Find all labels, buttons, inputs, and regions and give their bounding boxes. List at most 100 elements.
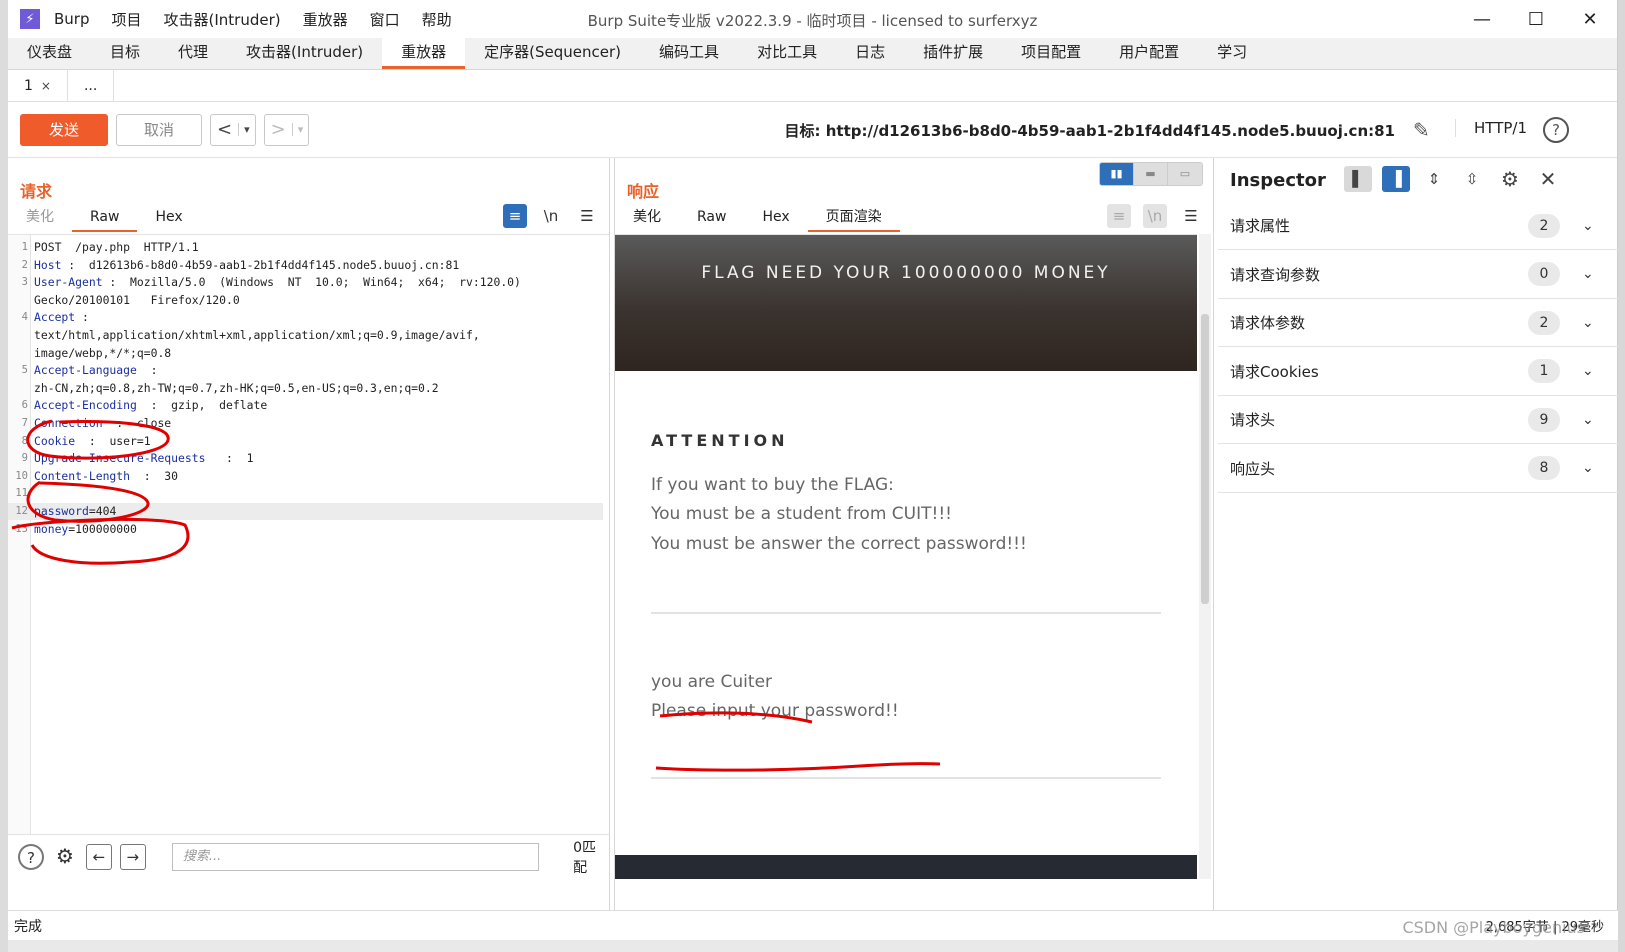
forward-dropdown-icon[interactable]: ▾ bbox=[291, 123, 309, 136]
cancel-button[interactable]: 取消 bbox=[116, 113, 202, 146]
close-window-button[interactable]: ✕ bbox=[1563, 0, 1617, 38]
inspector-row[interactable]: 请求头 9 ⌄ bbox=[1218, 396, 1618, 444]
tab-pretty[interactable]: 美化 bbox=[8, 202, 72, 232]
tab-proxy[interactable]: 代理 bbox=[159, 37, 227, 69]
scrollbar-thumb[interactable] bbox=[1201, 314, 1209, 604]
inspector-row[interactable]: 请求属性 2 ⌄ bbox=[1218, 202, 1618, 250]
code-line[interactable]: 8 Cookie : user=1 bbox=[8, 433, 603, 450]
line-text: Content-Length : 30 bbox=[34, 468, 178, 485]
inspector-layout-left-icon[interactable]: ▌ bbox=[1344, 166, 1372, 192]
back-arrow-icon[interactable]: < bbox=[211, 119, 238, 140]
inspector-row[interactable]: 请求Cookies 1 ⌄ bbox=[1218, 348, 1618, 396]
inspector-title: Inspector bbox=[1230, 170, 1326, 191]
inspector-row[interactable]: 请求查询参数 0 ⌄ bbox=[1218, 251, 1618, 299]
menu-icon[interactable]: ☰ bbox=[1179, 204, 1203, 228]
code-line[interactable]: image/webp,*/*;q=0.8 bbox=[8, 345, 603, 362]
tab-hex[interactable]: Hex bbox=[137, 202, 200, 232]
inspector-row[interactable]: 请求体参数 2 ⌄ bbox=[1218, 299, 1618, 347]
tab-target[interactable]: 目标 bbox=[91, 37, 159, 69]
chevron-down-icon[interactable]: ⌄ bbox=[1582, 266, 1602, 282]
line-number: 4 bbox=[21, 311, 28, 324]
newline-toggle-icon[interactable]: \n bbox=[539, 204, 563, 228]
help-icon[interactable]: ? bbox=[1543, 117, 1569, 143]
maximize-button[interactable]: ☐ bbox=[1509, 0, 1563, 38]
header-key: Accept-Encoding bbox=[34, 398, 137, 413]
menu-intruder[interactable]: 攻击器(Intruder) bbox=[164, 9, 281, 30]
menu-window[interactable]: 窗口 bbox=[370, 9, 400, 30]
layout-stacked-icon[interactable]: ▬ bbox=[1134, 163, 1168, 185]
prev-match-icon[interactable]: ← bbox=[85, 843, 112, 870]
request-editor[interactable]: 1 POST /pay.php HTTP/1.1 2 Host : d12613b6-… bbox=[8, 234, 610, 835]
code-line[interactable]: 12 password=404 bbox=[8, 503, 603, 520]
line-text: Accept : bbox=[34, 309, 89, 326]
gear-icon[interactable]: ⚙ bbox=[1496, 166, 1524, 192]
close-tab-icon[interactable]: × bbox=[41, 79, 51, 93]
chevron-down-icon[interactable]: ⌄ bbox=[1582, 218, 1602, 234]
chevron-down-icon[interactable]: ⌄ bbox=[1582, 460, 1602, 476]
back-nav[interactable]: < ▾ bbox=[210, 113, 256, 146]
tab-project-options[interactable]: 项目配置 bbox=[1002, 37, 1100, 69]
inspector-row[interactable]: 响应头 8 ⌄ bbox=[1218, 445, 1618, 493]
http-version-label[interactable]: HTTP/1 bbox=[1455, 119, 1527, 137]
code-line[interactable]: 2 Host : d12613b6-b8d0-4b59-aab1-2b1f4dd4… bbox=[8, 257, 603, 274]
tab-decoder[interactable]: 编码工具 bbox=[640, 37, 738, 69]
code-line[interactable]: 6 Accept-Encoding : gzip, deflate bbox=[8, 397, 603, 414]
inspector-row-label: 请求属性 bbox=[1230, 217, 1291, 235]
layout-tabs-icon[interactable]: ▭ bbox=[1168, 163, 1202, 185]
word-wrap-icon[interactable]: ≡ bbox=[503, 204, 527, 228]
search-input[interactable]: 搜索... bbox=[171, 842, 540, 871]
code-line[interactable]: 7 Connection : close bbox=[8, 415, 603, 432]
code-line[interactable]: 10 Content-Length : 30 bbox=[8, 468, 603, 485]
help-icon[interactable]: ? bbox=[18, 843, 44, 870]
tab-intruder[interactable]: 攻击器(Intruder) bbox=[227, 37, 382, 69]
chevron-down-icon[interactable]: ⌄ bbox=[1582, 315, 1602, 331]
tab-raw[interactable]: Raw bbox=[72, 202, 138, 232]
tab-repeater[interactable]: 重放器 bbox=[382, 37, 466, 69]
menu-icon[interactable]: ☰ bbox=[575, 204, 599, 228]
tab-render[interactable]: 页面渲染 bbox=[807, 202, 900, 232]
edit-target-icon[interactable]: ✎ bbox=[1413, 118, 1437, 142]
tab-sequencer[interactable]: 定序器(Sequencer) bbox=[465, 37, 640, 69]
code-line[interactable]: 1 POST /pay.php HTTP/1.1 bbox=[8, 239, 603, 256]
header-value: =100000000 bbox=[68, 521, 137, 536]
tab-comparer[interactable]: 对比工具 bbox=[738, 37, 836, 69]
tab-extensions[interactable]: 插件扩展 bbox=[904, 37, 1002, 69]
tab-user-options[interactable]: 用户配置 bbox=[1100, 37, 1198, 69]
tab-dashboard[interactable]: 仪表盘 bbox=[8, 37, 91, 69]
code-line[interactable]: 4 Accept : bbox=[8, 309, 603, 326]
next-match-icon[interactable]: → bbox=[119, 843, 146, 870]
code-line[interactable]: 3 User-Agent : Mozilla/5.0 (Windows NT 10… bbox=[8, 274, 603, 291]
tab-logger[interactable]: 日志 bbox=[836, 37, 904, 69]
tab-pretty[interactable]: 美化 bbox=[615, 202, 679, 232]
back-dropdown-icon[interactable]: ▾ bbox=[238, 123, 255, 136]
render-scrollbar[interactable] bbox=[1199, 234, 1211, 879]
send-button[interactable]: 发送 bbox=[20, 113, 108, 146]
layout-side-by-side-icon[interactable]: ▮▮ bbox=[1100, 163, 1134, 185]
forward-nav[interactable]: > ▾ bbox=[263, 113, 310, 146]
code-line[interactable]: 13 money=100000000 bbox=[8, 521, 603, 538]
code-line[interactable]: zh-CN,zh;q=0.8,zh-TW;q=0.7,zh-HK;q=0.5,e… bbox=[8, 380, 603, 397]
inspector-layout-right-icon[interactable]: ▐ bbox=[1382, 166, 1410, 192]
repeater-tab-1[interactable]: 1 × bbox=[8, 69, 68, 102]
code-line[interactable]: 9 Upgrade-Insecure-Requests : 1 bbox=[8, 450, 603, 467]
code-line[interactable]: text/html,application/xhtml+xml,applicat… bbox=[8, 327, 603, 344]
chevron-down-icon[interactable]: ⌄ bbox=[1582, 363, 1602, 379]
tab-hex[interactable]: Hex bbox=[744, 202, 807, 232]
close-icon[interactable]: ✕ bbox=[1534, 166, 1562, 192]
gear-icon[interactable]: ⚙ bbox=[52, 844, 78, 870]
menu-project[interactable]: 项目 bbox=[112, 9, 142, 30]
tab-raw[interactable]: Raw bbox=[679, 202, 744, 232]
chevron-down-icon[interactable]: ⌄ bbox=[1582, 412, 1602, 428]
minimize-button[interactable]: — bbox=[1455, 0, 1509, 38]
code-line[interactable]: Gecko/20100101 Firefox/120.0 bbox=[8, 292, 603, 309]
tab-learn[interactable]: 学习 bbox=[1198, 37, 1266, 69]
expand-all-icon[interactable]: ⇕ bbox=[1420, 166, 1448, 192]
collapse-all-icon[interactable]: ⇳ bbox=[1458, 166, 1486, 192]
code-line[interactable]: 11 bbox=[8, 485, 603, 502]
menu-help[interactable]: 帮助 bbox=[422, 9, 452, 30]
code-line[interactable]: 5 Accept-Language : bbox=[8, 362, 603, 379]
menu-burp[interactable]: Burp bbox=[54, 10, 90, 28]
new-tab-button[interactable]: ... bbox=[68, 69, 115, 102]
menu-repeater[interactable]: 重放器 bbox=[303, 9, 348, 30]
forward-arrow-icon[interactable]: > bbox=[265, 119, 292, 140]
